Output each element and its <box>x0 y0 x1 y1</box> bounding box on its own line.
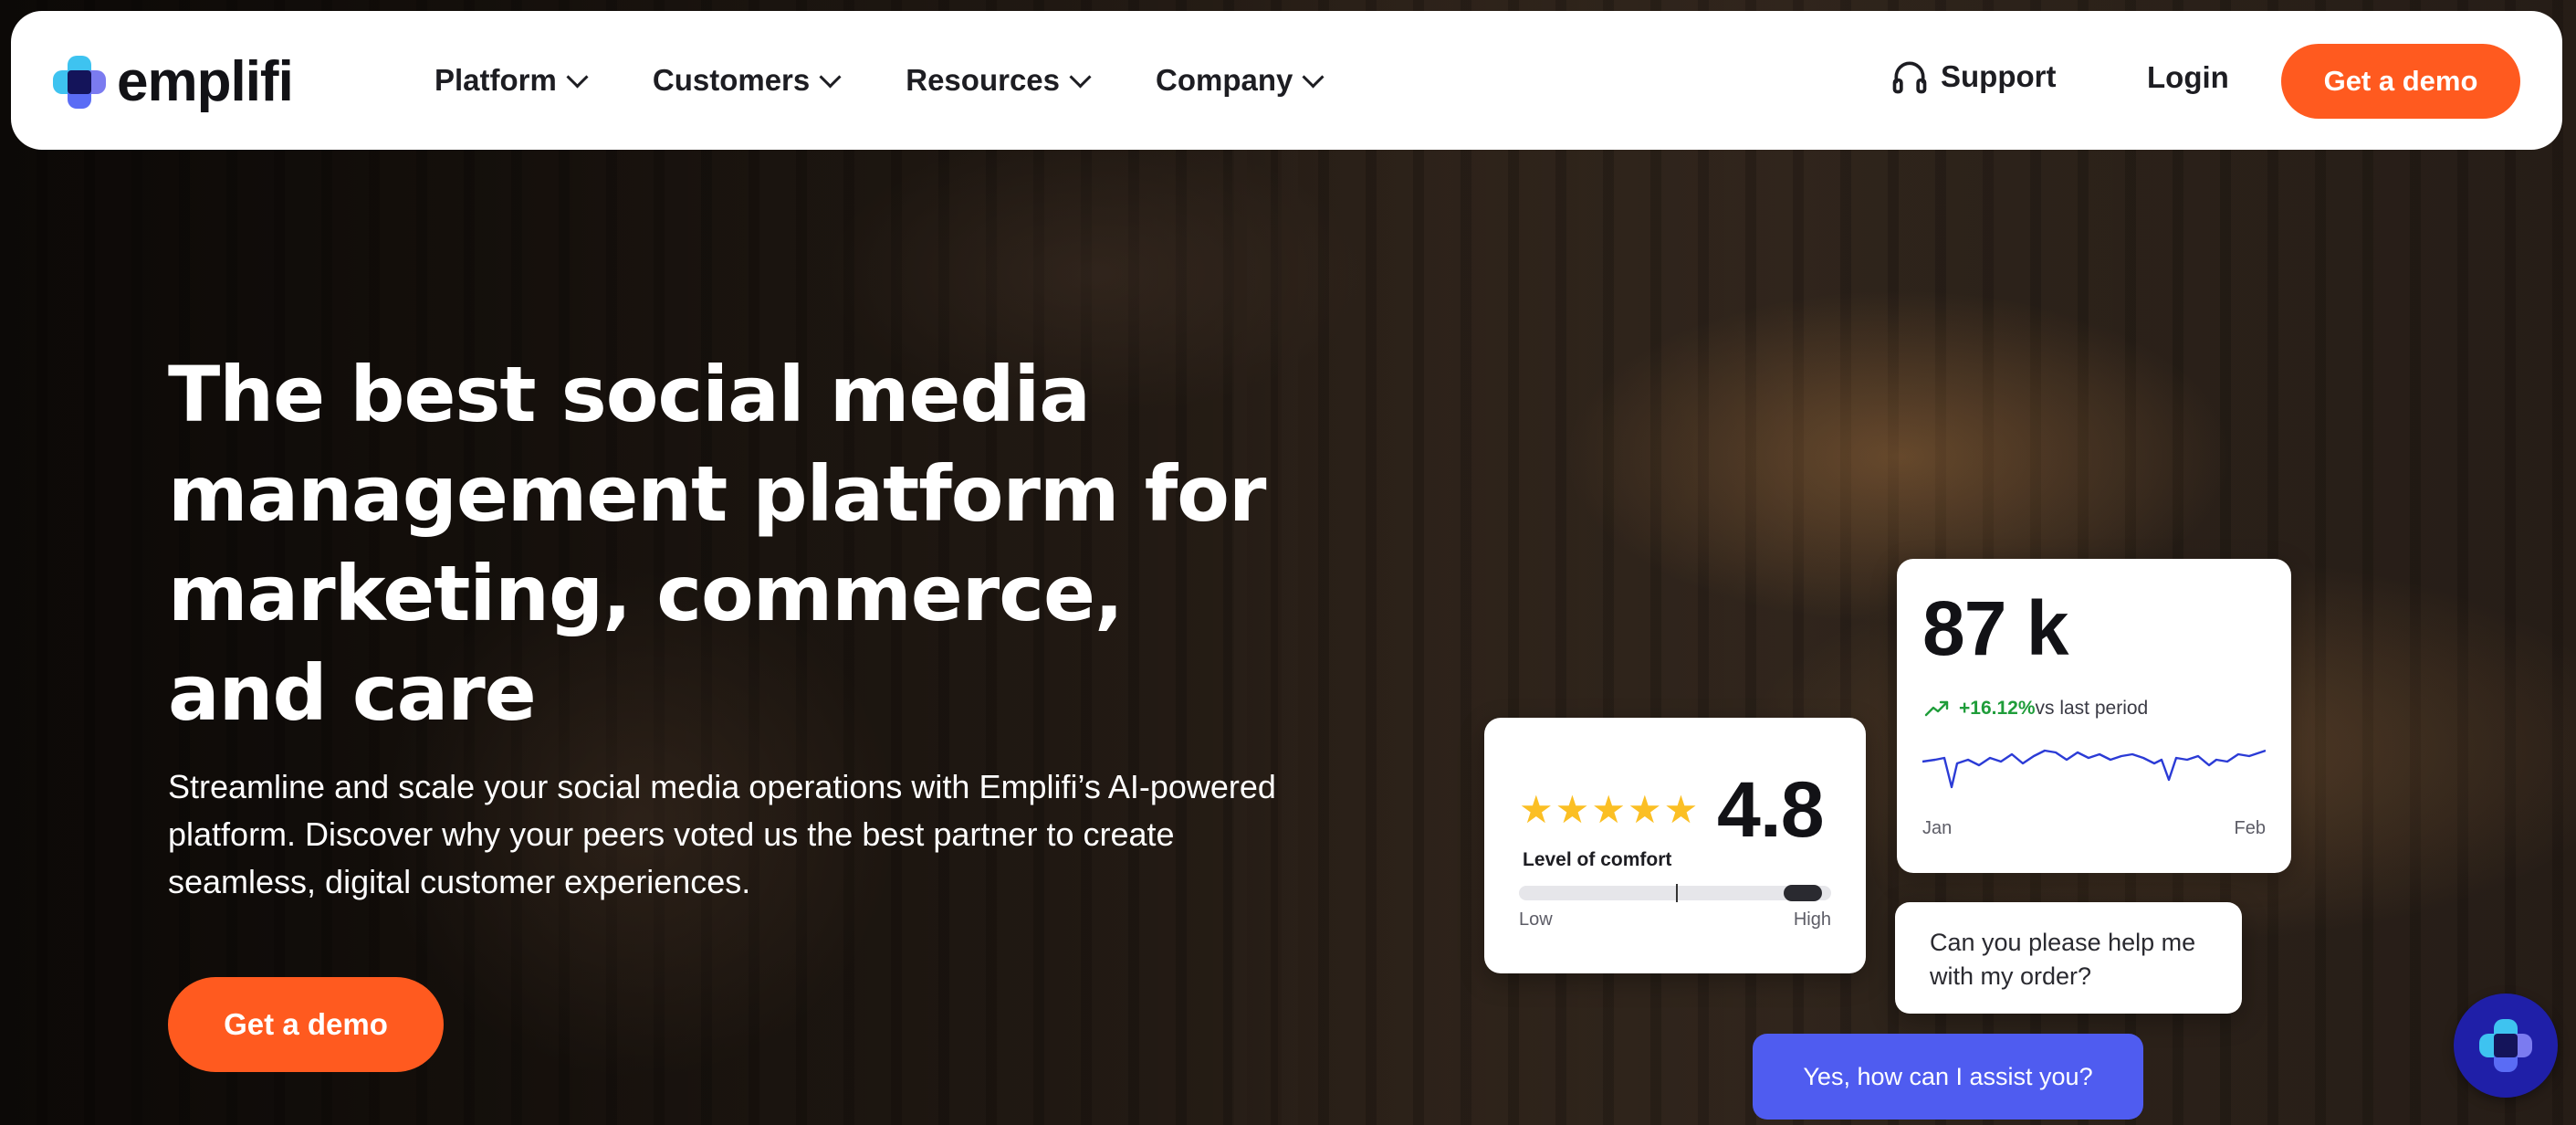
trend-up-icon <box>1924 700 1949 717</box>
sparkline-chart <box>1922 749 2266 789</box>
comfort-label: Level of comfort <box>1523 849 1672 870</box>
support-link[interactable]: Support <box>1890 57 2056 97</box>
comfort-slider <box>1519 884 1831 902</box>
menu-label: Resources <box>906 63 1061 97</box>
hero-headline: The best social media management platfor… <box>168 350 1266 739</box>
logo-wordmark: emplifi <box>117 50 294 113</box>
stat-card: 87 k +16.12% vs last period Jan Feb <box>1897 559 2291 873</box>
menu-customers[interactable]: Customers <box>652 63 842 98</box>
slider-high-label: High <box>1793 909 1831 930</box>
hero-get-demo-button[interactable]: Get a demo <box>168 977 444 1072</box>
slider-low-label: Low <box>1519 909 1553 930</box>
menu-label: Platform <box>435 63 557 97</box>
main-menu: Platform Customers Resources Company <box>435 11 1388 150</box>
customer-chat-message: Can you please help me with my order? <box>1895 902 2242 1014</box>
star-icon: ★ <box>1627 788 1662 831</box>
top-navbar: emplifi Platform Customers Resources Com… <box>11 11 2562 150</box>
star-icon: ★ <box>1591 788 1626 831</box>
menu-label: Customers <box>652 63 811 97</box>
emplifi-logo[interactable]: emplifi <box>53 49 294 114</box>
chevron-down-icon <box>566 65 589 89</box>
menu-platform[interactable]: Platform <box>435 63 589 98</box>
stat-value: 87 k <box>1922 585 2068 671</box>
rating-card: ★ ★ ★ ★ ★ 4.8 Level of comfort Low High <box>1484 718 1866 973</box>
emplifi-logo-icon <box>53 55 106 109</box>
chevron-down-icon <box>1302 65 1325 89</box>
slider-midpoint-tick <box>1676 884 1678 902</box>
star-icon: ★ <box>1663 788 1699 831</box>
agent-chat-message: Yes, how can I assist you? <box>1753 1034 2143 1120</box>
star-icon: ★ <box>1555 788 1590 831</box>
trend-percentage: +16.12% <box>1959 698 2036 719</box>
trend-indicator: +16.12% vs last period <box>1924 698 2148 720</box>
headphones-icon <box>1892 61 1927 94</box>
rating-value: 4.8 <box>1717 766 1825 854</box>
menu-resources[interactable]: Resources <box>906 63 1092 98</box>
slider-knob <box>1784 885 1822 901</box>
menu-label: Company <box>1156 63 1293 97</box>
support-label: Support <box>1941 59 2057 93</box>
chevron-down-icon <box>819 65 842 89</box>
chat-widget-button[interactable] <box>2454 994 2558 1098</box>
chat-widget-icon <box>2479 1019 2532 1072</box>
trend-comparison-text: vs last period <box>2035 698 2149 719</box>
login-link[interactable]: Login <box>2147 60 2229 95</box>
sparkline-start-label: Jan <box>1922 818 1953 838</box>
nav-get-demo-button[interactable]: Get a demo <box>2281 44 2520 119</box>
menu-company[interactable]: Company <box>1156 63 1325 98</box>
customer-message-text: Can you please help me with my order? <box>1930 929 2196 990</box>
chevron-down-icon <box>1069 65 1092 89</box>
star-rating: ★ ★ ★ ★ ★ <box>1519 791 1700 829</box>
hero-subtext: Streamline and scale your social media o… <box>168 768 1276 900</box>
sparkline-end-label: Feb <box>2234 818 2266 838</box>
star-icon: ★ <box>1519 788 1554 831</box>
